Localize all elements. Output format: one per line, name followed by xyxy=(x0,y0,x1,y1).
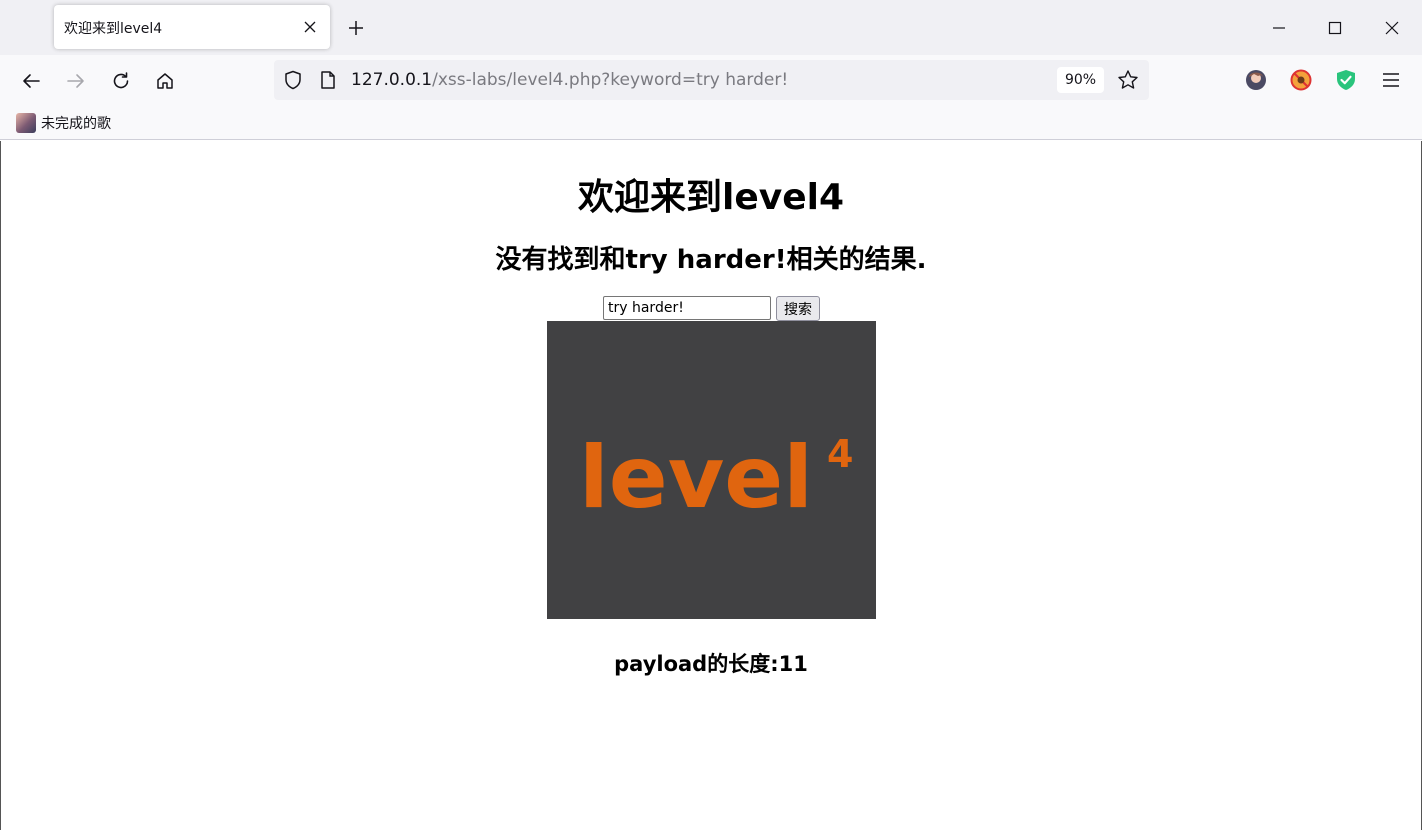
url-text[interactable]: 127.0.0.1/xss-labs/level4.php?keyword=tr… xyxy=(351,70,788,90)
tab-active[interactable]: 欢迎来到level4 xyxy=(54,5,330,49)
url-host: 127.0.0.1 xyxy=(351,70,433,90)
page-icon[interactable] xyxy=(318,69,338,91)
bookmark-item[interactable]: 未完成的歌 xyxy=(16,113,111,133)
payload-length-text: payload的长度:11 xyxy=(614,652,808,676)
address-bar[interactable]: 127.0.0.1/xss-labs/level4.php?keyword=tr… xyxy=(274,60,1149,100)
level-logo-graphic: level 4 xyxy=(579,428,853,528)
star-icon[interactable] xyxy=(1116,68,1140,92)
level-logo-text: level xyxy=(579,428,813,528)
shield-icon[interactable] xyxy=(282,69,304,91)
level-logo-superscript: 4 xyxy=(827,432,853,476)
navigation-toolbar: 127.0.0.1/xss-labs/level4.php?keyword=tr… xyxy=(0,55,1422,106)
shield-check-extension-icon[interactable] xyxy=(1334,68,1358,92)
search-button[interactable]: 搜索 xyxy=(776,296,820,321)
tab-strip: 欢迎来到level4 xyxy=(0,0,1422,55)
search-result-message: 没有找到和try harder!相关的结果. xyxy=(495,245,927,275)
maximize-icon[interactable] xyxy=(1321,14,1349,42)
home-icon[interactable] xyxy=(150,66,180,96)
zoom-level-badge[interactable]: 90% xyxy=(1057,67,1104,93)
search-input[interactable] xyxy=(603,296,771,320)
url-path: /xss-labs/level4.php?keyword=try harder! xyxy=(432,70,789,90)
profile-avatar-icon[interactable] xyxy=(1244,68,1268,92)
new-tab-button[interactable] xyxy=(342,14,370,42)
level-logo-image: level 4 xyxy=(547,321,876,619)
forward-arrow-icon[interactable] xyxy=(61,66,91,96)
bookmarks-toolbar: 未完成的歌 xyxy=(0,106,1422,140)
bookmark-label: 未完成的歌 xyxy=(41,116,111,132)
back-arrow-icon[interactable] xyxy=(16,66,46,96)
hamburger-menu-icon[interactable] xyxy=(1379,68,1403,92)
tab-title: 欢迎来到level4 xyxy=(64,21,163,37)
close-tab-icon[interactable] xyxy=(300,17,320,37)
bookmark-favicon-icon xyxy=(16,113,36,133)
minimize-icon[interactable] xyxy=(1265,14,1293,42)
page-content: 欢迎来到level4 没有找到和try harder!相关的结果. 搜索 lev… xyxy=(0,141,1422,830)
blocker-extension-icon[interactable] xyxy=(1289,68,1313,92)
close-window-icon[interactable] xyxy=(1378,14,1406,42)
page-title: 欢迎来到level4 xyxy=(577,177,845,218)
reload-icon[interactable] xyxy=(106,66,136,96)
